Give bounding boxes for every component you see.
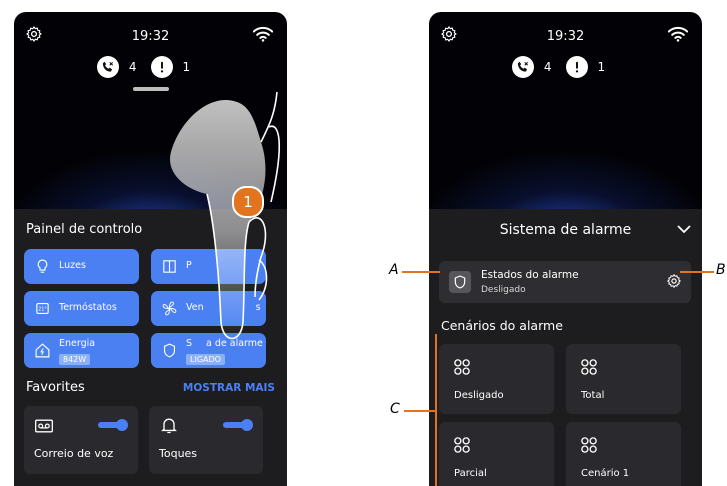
scenario-icon — [454, 359, 470, 375]
voicemail-icon — [35, 419, 53, 433]
missed-calls-count: 4 — [543, 60, 552, 74]
scenario-total[interactable]: Total — [566, 344, 681, 414]
svg-text:21°: 21° — [38, 307, 47, 313]
callout-line-b — [680, 271, 714, 273]
alerts-count: 1 — [182, 60, 191, 74]
scenario-label: Parcial — [454, 468, 487, 479]
shield-icon — [449, 271, 471, 293]
alarm-status-card[interactable]: Estados do alarme Desligado — [439, 261, 691, 303]
status-value: Desligado — [481, 285, 526, 295]
ringtones-toggle[interactable] — [223, 419, 253, 431]
callout-label-b: B — [716, 262, 726, 278]
missed-call-icon[interactable] — [511, 56, 534, 78]
chevron-down-icon[interactable] — [676, 223, 692, 235]
energy-house-icon — [35, 343, 50, 358]
favorite-ringtones[interactable]: Toques — [149, 406, 263, 474]
pointing-hand — [169, 91, 281, 340]
alarm-panel: Sistema de alarme Estados do alarme Desl… — [429, 209, 702, 486]
tile-energy[interactable]: Energia 842W — [24, 333, 139, 368]
voicemail-toggle[interactable] — [98, 419, 128, 431]
tile-label: Termóstatos — [59, 302, 117, 313]
panel-title: Sistema de alarme — [499, 222, 632, 238]
callout-line-a — [402, 271, 440, 273]
thermostat-icon: 21° — [36, 302, 49, 315]
scenarios-title: Cenários do alarme — [441, 318, 563, 333]
status-title: Estados do alarme — [481, 269, 579, 281]
clock: 19:32 — [131, 29, 170, 44]
phone-screen-alarm-system: 19:32 4 1 Sistema de alarme Estados do a… — [429, 12, 702, 486]
scenario-partial[interactable]: Parcial — [439, 422, 554, 486]
tile-label: Energia — [59, 338, 96, 349]
favorites-title: Favorites — [26, 380, 85, 395]
scenario-off[interactable]: Desligado — [439, 344, 554, 414]
phone-screen-control-panel: 19:32 4 1 Painel de controlo Luzes P 21°… — [14, 12, 287, 486]
scenario-icon — [454, 437, 470, 453]
alert-icon[interactable] — [565, 56, 588, 78]
missed-call-icon[interactable] — [96, 56, 119, 78]
scenario-icon — [581, 359, 597, 375]
notification-summary[interactable]: 4 1 — [14, 56, 287, 78]
step-marker: 1 — [232, 186, 264, 218]
favorite-voicemail[interactable]: Correio de voz — [24, 406, 138, 474]
callout-line-c — [404, 410, 436, 412]
callout-bracket-c — [435, 334, 437, 486]
notification-summary[interactable]: 4 1 — [429, 56, 702, 78]
scenario-1[interactable]: Cenário 1 — [566, 422, 681, 486]
missed-calls-count: 4 — [128, 60, 137, 74]
favorite-label: Correio de voz — [34, 447, 114, 460]
favorite-label: Toques — [159, 447, 198, 460]
alert-icon[interactable] — [150, 56, 173, 78]
tile-label: Luzes — [59, 260, 86, 271]
callout-label-c: C — [390, 401, 400, 417]
wifi-icon — [253, 26, 273, 42]
scenario-label: Desligado — [454, 390, 504, 401]
status-bar: 19:32 4 1 — [14, 12, 287, 92]
callout-label-a: A — [389, 262, 399, 278]
scenario-icon — [581, 437, 597, 453]
tile-thermostats[interactable]: 21° Termóstatos — [24, 291, 139, 326]
tile-lights[interactable]: Luzes — [24, 249, 139, 284]
gear-icon[interactable] — [666, 273, 682, 289]
scenario-label: Total — [581, 390, 605, 401]
scenario-label: Cenário 1 — [581, 468, 630, 479]
alerts-count: 1 — [597, 60, 606, 74]
bulb-icon — [37, 259, 48, 273]
bell-icon — [161, 418, 177, 434]
show-more-link[interactable]: MOSTRAR MAIS — [183, 382, 275, 394]
wifi-icon — [668, 26, 688, 42]
panel-title: Painel de controlo — [26, 222, 143, 237]
status-bar: 19:32 4 1 — [429, 12, 702, 92]
energy-value: 842W — [59, 354, 91, 365]
clock: 19:32 — [546, 29, 585, 44]
